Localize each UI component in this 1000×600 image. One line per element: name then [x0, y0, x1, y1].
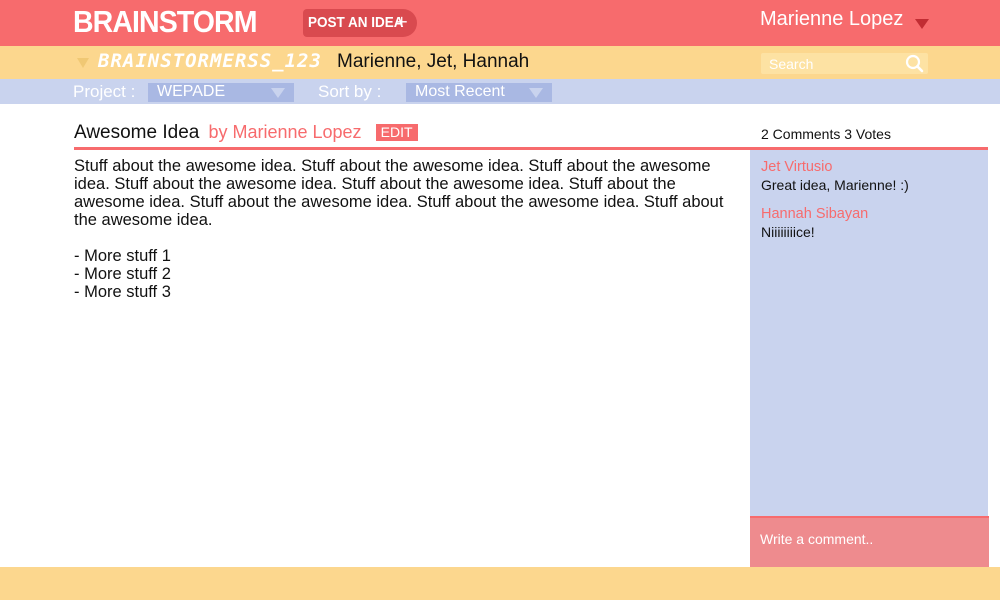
idea-bullets: - More stuff 1 - More stuff 2 - More stu…	[74, 247, 744, 301]
chevron-down-icon	[915, 19, 929, 29]
comment-item: Jet Virtusio Great idea, Marienne! :)	[761, 159, 909, 193]
project-value: WEPADE	[157, 83, 226, 100]
idea-description: Stuff about the awesome idea. Stuff abou…	[74, 157, 724, 229]
footer-bar	[0, 567, 1000, 600]
comment-author[interactable]: Hannah Sibayan	[761, 206, 868, 222]
user-name: Marienne Lopez	[760, 8, 904, 30]
comment-text: Great idea, Marienne! :)	[761, 177, 909, 193]
board-members: Marienne, Jet, Hannah	[337, 51, 530, 72]
comments-panel: Jet Virtusio Great idea, Marienne! :) Ha…	[750, 150, 988, 517]
search-icon[interactable]	[903, 54, 925, 73]
sort-label: Sort by :	[318, 82, 382, 101]
app-logo[interactable]: BRAINSTORM	[73, 4, 258, 40]
plus-icon: +	[395, 12, 409, 31]
board-dropdown-icon[interactable]	[77, 58, 89, 68]
list-item: - More stuff 1	[74, 247, 171, 265]
idea-author[interactable]: by Marienne Lopez	[208, 122, 361, 142]
chevron-down-icon	[271, 88, 285, 98]
comment-box	[750, 516, 989, 567]
board-bar: BRAINSTORMERSS_123 Marienne, Jet, Hannah	[0, 46, 1000, 79]
idea-body: Stuff about the awesome idea. Stuff abou…	[74, 157, 744, 301]
project-select[interactable]: WEPADE	[148, 83, 294, 102]
search-input[interactable]	[761, 53, 901, 74]
idea-title: Awesome Idea	[74, 122, 200, 143]
sort-select[interactable]: Most Recent	[406, 83, 552, 102]
comment-author[interactable]: Jet Virtusio	[761, 159, 909, 175]
sort-value: Most Recent	[415, 83, 505, 100]
post-idea-button[interactable]: POST AN IDEA +	[303, 9, 417, 37]
project-label: Project :	[73, 82, 136, 101]
post-idea-label: POST AN IDEA	[308, 14, 404, 31]
user-menu[interactable]: Marienne Lopez	[760, 8, 929, 36]
comment-text: Niiiiiiiice!	[761, 224, 815, 240]
comment-input[interactable]	[750, 518, 989, 556]
idea-header: Awesome Idea by Marienne Lopez EDIT	[74, 122, 418, 146]
idea-counts: 2 Comments 3 Votes	[761, 126, 891, 142]
filter-bar: Project : WEPADE Sort by : Most Recent	[0, 79, 1000, 104]
search-box	[761, 53, 928, 74]
board-name[interactable]: BRAINSTORMERSS_123	[98, 50, 322, 72]
chevron-down-icon	[529, 88, 543, 98]
list-item: - More stuff 3	[74, 283, 171, 301]
comment-item: Hannah Sibayan Niiiiiiiice!	[761, 206, 868, 240]
edit-button[interactable]: EDIT	[375, 124, 418, 141]
list-item: - More stuff 2	[74, 265, 171, 283]
top-header: BRAINSTORM POST AN IDEA + Marienne Lopez	[0, 0, 1000, 46]
